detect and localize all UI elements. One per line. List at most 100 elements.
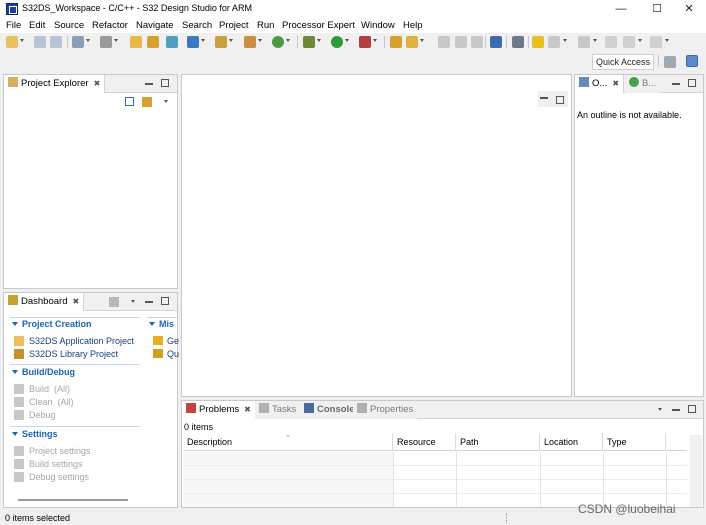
build-targets-tab[interactable]: B... [625,75,661,93]
build-settings-link[interactable]: Build settings [29,459,83,469]
sync-icon[interactable] [512,36,524,48]
build-dropdown-icon[interactable] [114,39,118,42]
file-icon[interactable] [244,36,256,48]
settings-heading[interactable]: Settings [12,429,58,439]
last-edit-icon[interactable] [605,36,617,48]
properties-tab[interactable]: Properties [353,401,418,419]
settings-dropdown-icon[interactable] [86,39,90,42]
misc-item-generate[interactable]: Ge [167,336,179,346]
refresh-icon[interactable] [272,36,284,48]
file-dropdown-icon[interactable] [258,39,262,42]
maximize-icon[interactable] [161,79,169,87]
debug-link[interactable]: Debug [29,410,56,420]
minimize-icon[interactable] [540,97,548,99]
refresh-dropdown-icon[interactable] [286,39,290,42]
project-explorer-tab[interactable]: Project Explorer ✖ [4,75,106,93]
clean-all-link[interactable]: Clean (All) [29,397,74,407]
lightning-icon[interactable] [532,36,544,48]
build-debug-heading[interactable]: Build/Debug [12,367,75,377]
column-location[interactable]: Location [540,433,603,451]
prev-annotation-dropdown-icon[interactable] [593,39,597,42]
menu-source[interactable]: Source [52,20,86,31]
next-annotation-dropdown-icon[interactable] [563,39,567,42]
menu-window[interactable]: Window [359,20,397,31]
close-window-button[interactable]: ✕ [672,0,706,18]
configure-dropdown-icon[interactable] [201,39,205,42]
column-resource[interactable]: Resource [393,433,456,451]
new-dropdown-icon[interactable] [20,39,24,42]
open-perspective-icon[interactable] [664,56,676,68]
misc-item-quick[interactable]: Qu [167,349,179,359]
forward-dropdown-icon[interactable] [665,39,669,42]
debug-bug-icon[interactable] [303,36,315,48]
external-tools-icon[interactable] [359,36,371,48]
back-arrow-icon[interactable] [623,36,635,48]
menu-processor-expert[interactable]: Processor Expert [280,20,357,31]
menu-refactor[interactable]: Refactor [90,20,130,31]
project-settings-link[interactable]: Project settings [29,446,91,456]
console-tab[interactable]: Console [300,401,359,419]
menu-navigate[interactable]: Navigate [134,20,176,31]
block-select-icon[interactable] [455,36,467,48]
cursor-icon[interactable] [490,36,502,48]
minimize-icon[interactable] [145,83,153,85]
menu-project[interactable]: Project [217,20,251,31]
s32ds-library-project-link[interactable]: S32DS Library Project [29,349,118,359]
minimize-window-button[interactable]: — [604,0,638,18]
back-dropdown-icon[interactable] [638,39,642,42]
pen-dropdown-icon[interactable] [420,39,424,42]
cpp-perspective-icon[interactable] [686,55,698,67]
maximize-icon[interactable] [161,297,169,305]
s32ds-application-project-link[interactable]: S32DS Application Project [29,336,134,346]
outline-tab[interactable]: O... ✖ [575,75,625,93]
column-type[interactable]: Type [603,433,666,451]
pen-icon[interactable] [406,36,418,48]
view-menu-icon[interactable] [658,408,662,411]
run-icon[interactable] [331,36,343,48]
menu-search[interactable]: Search [180,20,214,31]
menu-help[interactable]: Help [401,20,425,31]
folder-icon[interactable] [147,36,159,48]
debug-dropdown-icon[interactable] [317,39,321,42]
misc-heading[interactable]: Mis [149,319,174,329]
maximize-icon[interactable] [556,96,564,104]
configure-icon[interactable] [187,36,199,48]
minimize-icon[interactable] [672,409,680,411]
build-hammer-icon[interactable] [100,36,112,48]
column-path[interactable]: Path [456,433,540,451]
minimize-icon[interactable] [145,301,153,303]
open-type-icon[interactable] [390,36,402,48]
tasks-tab[interactable]: Tasks [255,401,301,419]
settings-icon[interactable] [72,36,84,48]
new-icon[interactable] [6,36,18,48]
close-icon[interactable]: ✖ [94,79,101,88]
menu-edit[interactable]: Edit [27,20,47,31]
minimize-icon[interactable] [672,83,680,85]
prev-annotation-icon[interactable] [578,36,590,48]
menu-run[interactable]: Run [255,20,276,31]
maximize-icon[interactable] [688,79,696,87]
vertical-scrollbar[interactable] [690,435,702,507]
close-icon[interactable]: ✖ [612,79,619,88]
menu-file[interactable]: File [4,20,23,31]
build-all-link[interactable]: Build (All) [29,384,70,394]
run-dropdown-icon[interactable] [345,39,349,42]
toggle-mark-icon[interactable] [438,36,450,48]
debug-settings-link[interactable]: Debug settings [29,472,89,482]
dashboard-tab[interactable]: Dashboard ✖ [4,293,85,311]
next-annotation-icon[interactable] [548,36,560,48]
maximize-icon[interactable] [688,405,696,413]
chip-icon[interactable] [166,36,178,48]
close-icon[interactable]: ✖ [72,297,79,306]
class-icon[interactable] [215,36,227,48]
new-project-icon[interactable] [130,36,142,48]
save-all-icon[interactable] [50,36,62,48]
dashboard-toolbar-icon[interactable] [109,297,119,307]
save-icon[interactable] [34,36,46,48]
maximize-window-button[interactable]: ☐ [640,0,674,18]
link-with-editor-icon[interactable] [142,97,152,107]
problems-tab[interactable]: Problems ✖ [182,401,256,419]
class-dropdown-icon[interactable] [229,39,233,42]
external-tools-dropdown-icon[interactable] [373,39,377,42]
quick-access-input[interactable]: Quick Access [592,54,654,70]
